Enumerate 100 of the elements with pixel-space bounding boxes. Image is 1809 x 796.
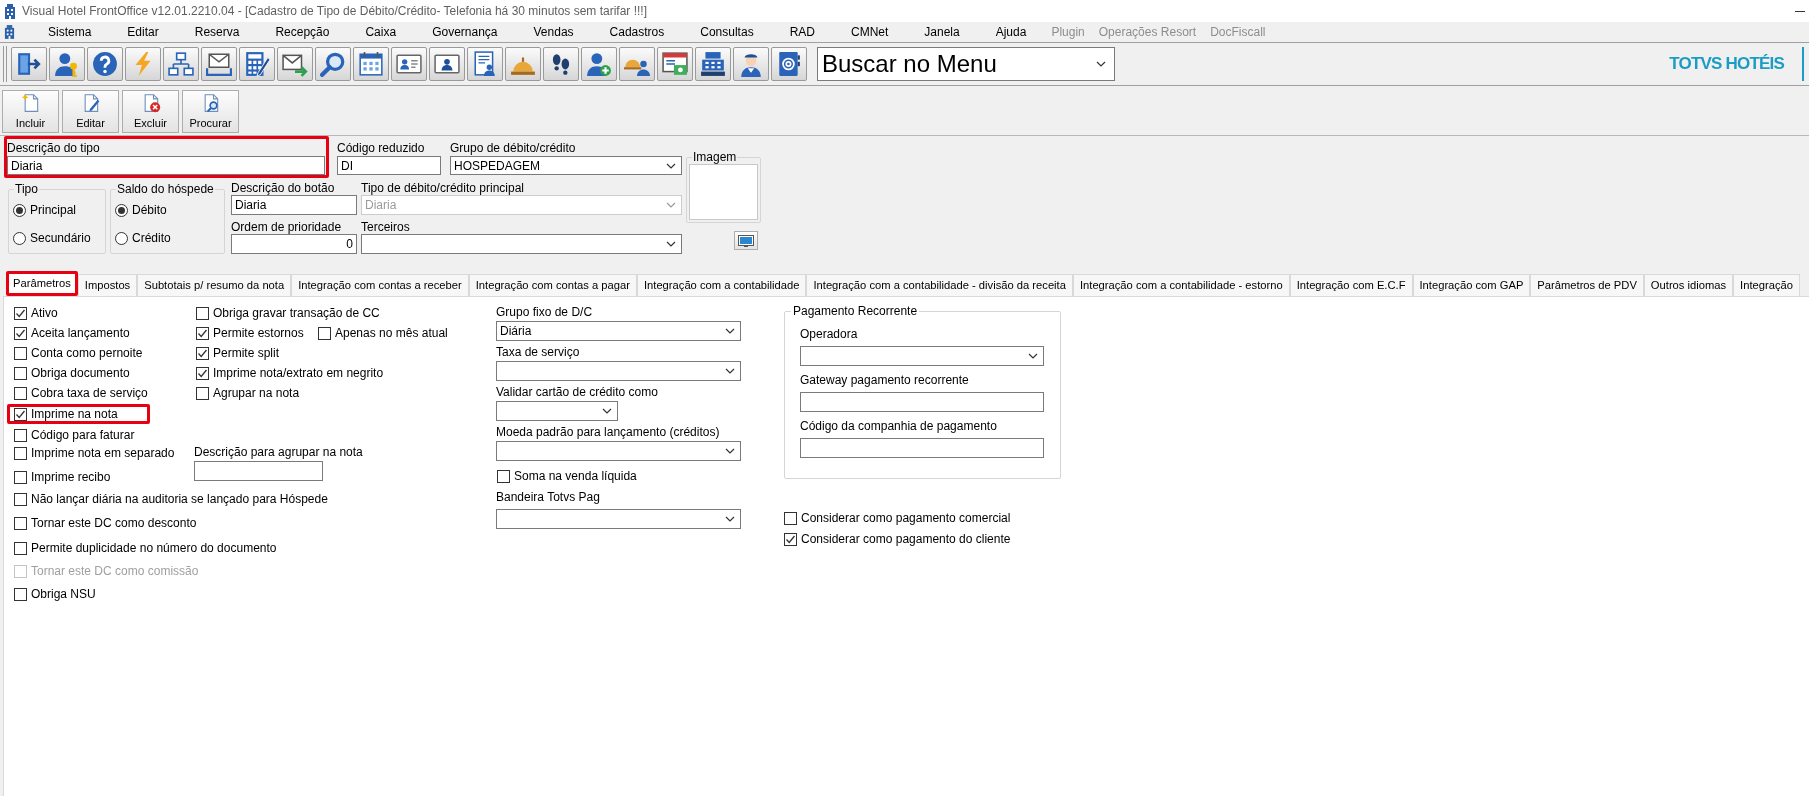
checkbox[interactable] [196, 326, 209, 340]
toolbar-button[interactable] [771, 47, 807, 81]
menu-item[interactable]: Consultas [682, 22, 772, 42]
tab[interactable]: Integração [1733, 274, 1800, 296]
checkbox[interactable] [14, 306, 27, 320]
radio-button[interactable] [13, 203, 26, 217]
toolbar-button[interactable] [657, 47, 693, 81]
checkbox[interactable] [14, 346, 27, 360]
tab[interactable]: Impostos [77, 274, 138, 296]
text-field[interactable]: Diaria [231, 195, 357, 215]
text-field[interactable] [800, 438, 1044, 458]
menu-item[interactable]: Governança [414, 22, 516, 42]
checkbox[interactable] [196, 386, 209, 400]
action-button[interactable]: Incluir [2, 90, 59, 133]
tab[interactable]: Integração com a contabilidade - divisão da receita [806, 274, 1073, 296]
help-icon [92, 51, 118, 77]
menu-item[interactable]: Sistema [30, 22, 110, 42]
tab[interactable]: Outros idiomas [1643, 274, 1734, 296]
dropdown[interactable]: HOSPEDAGEM [450, 156, 682, 175]
menu-item[interactable]: Recepção [257, 22, 348, 42]
checkbox[interactable] [14, 446, 27, 460]
toolbar-button[interactable] [543, 47, 579, 81]
checkbox[interactable] [14, 587, 27, 601]
checkbox[interactable] [14, 386, 27, 400]
checkbox[interactable] [318, 326, 331, 340]
dropdown[interactable] [496, 401, 618, 421]
toolbar-button[interactable] [239, 47, 275, 81]
menu-item[interactable]: Editar [109, 22, 177, 42]
toolbar-button[interactable] [11, 47, 47, 81]
toolbar-button[interactable] [619, 47, 655, 81]
menu-item[interactable]: Cadastros [591, 22, 683, 42]
field-label: Tipo de débito/crédito principal [361, 182, 525, 195]
toolbar-button[interactable] [201, 47, 237, 81]
checkbox[interactable] [196, 306, 209, 320]
dropdown[interactable] [361, 234, 682, 254]
toolbar-button[interactable] [353, 47, 389, 81]
text-field[interactable] [194, 461, 323, 481]
text-field[interactable] [800, 392, 1044, 412]
chevron-down-icon [666, 241, 676, 247]
checkbox[interactable] [14, 407, 27, 421]
checkbox[interactable] [196, 366, 209, 380]
tab[interactable]: Integração com E.C.F [1289, 274, 1413, 296]
toolbar-button[interactable] [87, 47, 123, 81]
radio-button[interactable] [115, 203, 128, 217]
checkbox[interactable] [14, 428, 27, 442]
menu-search-dropdown[interactable]: Buscar no Menu [817, 47, 1115, 81]
field-label: Descrição do botão [231, 182, 336, 195]
tab[interactable]: Integração com contas a receber [291, 274, 469, 296]
checkbox[interactable] [196, 346, 209, 360]
field-label: Descrição para agrupar na nota [194, 445, 364, 459]
toolbar-button[interactable] [733, 47, 769, 81]
checkbox-label: Aceita lançamento [31, 325, 130, 342]
checkbox[interactable] [784, 511, 797, 525]
toolbar-button[interactable] [467, 47, 503, 81]
toolbar-button[interactable] [277, 47, 313, 81]
menu-item[interactable]: Janela [906, 22, 978, 42]
tab[interactable]: Parâmetros [6, 271, 78, 296]
action-button[interactable]: Editar [62, 90, 119, 133]
menu-item[interactable]: CMNet [833, 22, 907, 42]
checkbox[interactable] [497, 469, 510, 483]
checkbox-label: Não lançar diária na auditoria se lançado para Hóspede [31, 491, 328, 508]
radio-button[interactable] [13, 231, 26, 245]
menu-item[interactable]: Ajuda [977, 22, 1045, 42]
text-field[interactable]: 0 [231, 234, 357, 254]
tab[interactable]: Parâmetros de PDV [1530, 274, 1644, 296]
tab[interactable]: Integração com a contabilidade - estorno [1072, 274, 1290, 296]
dropdown[interactable] [496, 509, 741, 529]
menu-item[interactable]: Vendas [515, 22, 592, 42]
dropdown[interactable] [496, 441, 741, 461]
action-button[interactable]: Excluir [122, 90, 179, 133]
checkbox[interactable] [784, 532, 797, 546]
toolbar-button[interactable] [49, 47, 85, 81]
action-button[interactable]: Procurar [182, 90, 239, 133]
toolbar-button[interactable] [315, 47, 351, 81]
toolbar-button[interactable] [581, 47, 617, 81]
toolbar-button[interactable] [695, 47, 731, 81]
toolbar-button[interactable] [163, 47, 199, 81]
menu-item[interactable]: Caixa [347, 22, 415, 42]
toolbar-button[interactable] [429, 47, 465, 81]
toolbar-button[interactable] [505, 47, 541, 81]
dropdown[interactable]: Diária [496, 321, 741, 341]
checkbox[interactable] [14, 541, 27, 555]
tab[interactable]: Integração com GAP [1412, 274, 1531, 296]
image-button[interactable] [734, 231, 758, 250]
checkbox[interactable] [14, 492, 27, 506]
tab[interactable]: Integração com a contabilidade [636, 274, 807, 296]
menu-item[interactable]: Reserva [176, 22, 258, 42]
dropdown[interactable] [800, 346, 1044, 366]
tab[interactable]: Integração com contas a pagar [468, 274, 637, 296]
menu-item[interactable]: RAD [771, 22, 833, 42]
text-field[interactable]: DI [337, 156, 441, 175]
toolbar-button[interactable] [391, 47, 427, 81]
checkbox[interactable] [14, 366, 27, 380]
radio-button[interactable] [115, 231, 128, 245]
tab[interactable]: Subtotais p/ resumo da nota [137, 274, 292, 296]
dropdown[interactable] [496, 361, 741, 381]
text-field[interactable]: Diaria [7, 156, 325, 175]
checkbox[interactable] [14, 516, 27, 530]
checkbox[interactable] [14, 326, 27, 340]
checkbox[interactable] [14, 470, 27, 484]
